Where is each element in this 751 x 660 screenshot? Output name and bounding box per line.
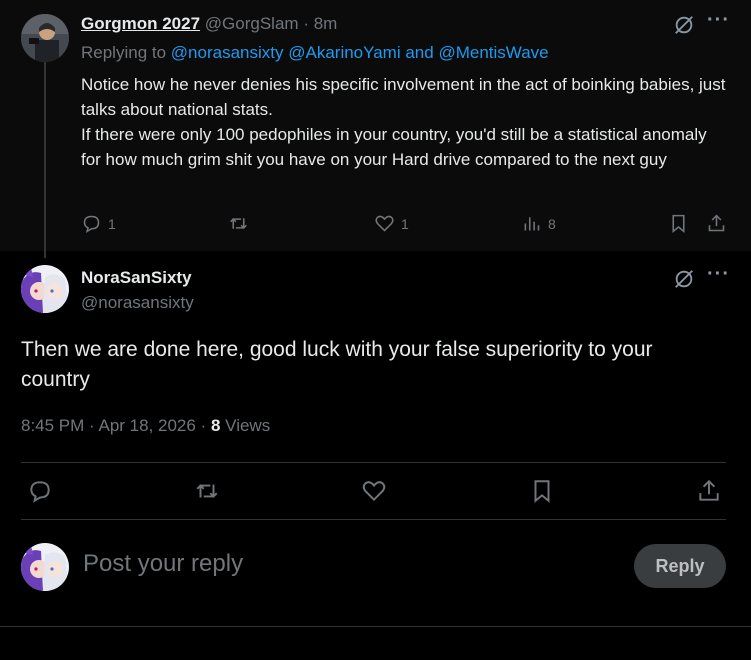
reply-icon[interactable] <box>27 478 53 504</box>
views-label: Views <box>225 416 271 435</box>
bookmark-icon <box>672 214 685 234</box>
reply-count: 1 <box>108 215 116 232</box>
parent-tweet[interactable]: Gorgmon 2027 @GorgSlam · 8m ··· Replying… <box>0 0 751 258</box>
bookmark-icon[interactable] <box>529 478 555 504</box>
bookmark-button[interactable] <box>668 213 689 234</box>
tweet-time[interactable]: · 8m <box>303 14 337 33</box>
reply-button[interactable]: Reply <box>634 544 726 588</box>
share-icon <box>708 214 725 232</box>
avatar[interactable] <box>21 265 69 313</box>
grok-icon[interactable] <box>673 14 695 41</box>
divider <box>21 519 726 520</box>
views-icon <box>524 217 540 231</box>
share-button[interactable] <box>706 213 727 234</box>
reply-input[interactable]: Post your reply <box>83 550 243 578</box>
views-count: 8 <box>210 416 221 435</box>
like-count: 1 <box>401 215 409 232</box>
tweet-meta: 8:45 PM · Apr 18, 2026 · 8 Views <box>21 416 270 436</box>
tweet-text: Notice how he never denies his specific … <box>81 75 726 119</box>
reply-button[interactable]: 1 <box>81 213 116 234</box>
avatar <box>21 543 69 591</box>
replying-to: Replying to @norasansixty @AkarinoYami a… <box>81 43 549 63</box>
mention-link[interactable]: @norasansixty <box>171 43 284 62</box>
replying-prefix: Replying to <box>81 43 167 62</box>
retweet-icon[interactable] <box>194 478 220 504</box>
mention-link[interactable]: @MentisWave <box>438 43 548 62</box>
author-name[interactable]: NoraSanSixty <box>81 268 192 288</box>
retweet-icon <box>230 218 247 229</box>
like-icon[interactable] <box>361 478 387 504</box>
divider <box>0 626 751 627</box>
views-button[interactable]: 8 <box>521 213 556 234</box>
tweet-text: Then we are done here, good luck with yo… <box>21 338 653 391</box>
more-icon[interactable]: ··· <box>707 9 730 32</box>
divider <box>21 462 726 463</box>
avatar[interactable] <box>21 14 69 62</box>
mention-link[interactable]: @AkarinoYami <box>288 43 400 62</box>
like-icon <box>375 215 394 232</box>
view-count: 8 <box>548 215 556 232</box>
like-button[interactable]: 1 <box>374 213 409 234</box>
reply-icon <box>83 215 100 234</box>
replying-and: and <box>405 43 434 62</box>
tweet-body: Notice how he never denies his specific … <box>81 72 731 172</box>
tweet-header: Gorgmon 2027 @GorgSlam · 8m <box>81 14 337 34</box>
author-name[interactable]: Gorgmon 2027 <box>81 14 200 33</box>
more-icon[interactable]: ··· <box>707 263 730 286</box>
tweet-text: If there were only 100 pedophiles in you… <box>81 125 707 169</box>
author-handle[interactable]: @GorgSlam <box>205 14 299 33</box>
grok-icon[interactable] <box>673 268 695 295</box>
retweet-button[interactable] <box>228 213 249 234</box>
author-handle[interactable]: @norasansixty <box>81 293 194 313</box>
thread-line <box>44 62 46 258</box>
share-icon[interactable] <box>696 478 722 504</box>
tweet-timestamp[interactable]: 8:45 PM · Apr 18, 2026 · <box>21 416 206 435</box>
